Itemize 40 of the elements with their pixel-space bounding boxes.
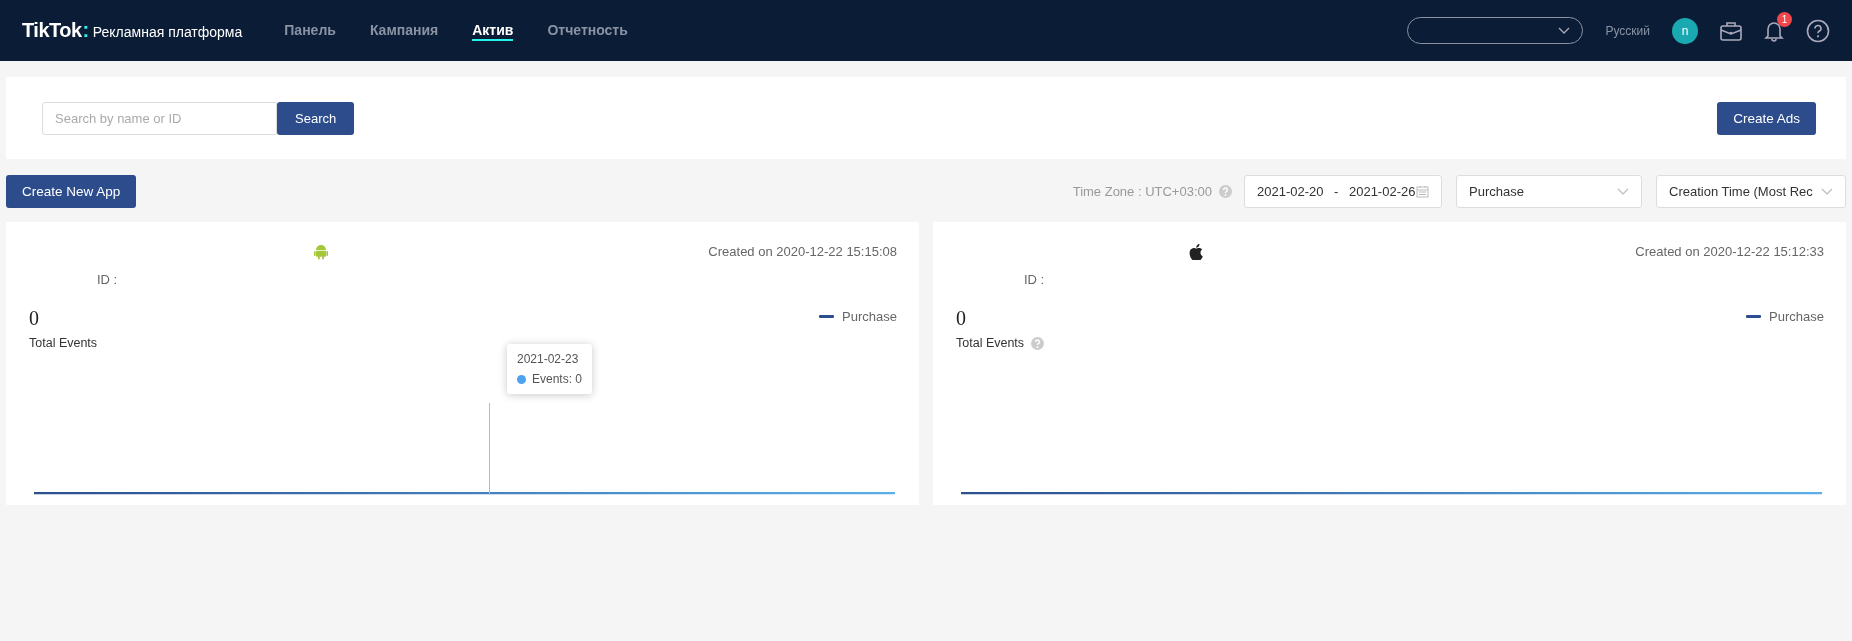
- event-dropdown[interactable]: Purchase: [1456, 175, 1642, 208]
- legend-label: Purchase: [1769, 308, 1824, 324]
- nav-tab[interactable]: Кампания: [367, 0, 441, 61]
- series-dot-icon: [517, 374, 526, 384]
- nav-tab[interactable]: Отчетность: [545, 0, 630, 61]
- android-icon: [314, 244, 328, 260]
- total-events-count: 0: [29, 307, 40, 330]
- help-icon[interactable]: [1806, 18, 1830, 43]
- create-ads-button[interactable]: Create Ads: [1717, 101, 1816, 135]
- legend-line-icon: [819, 314, 835, 318]
- search-field[interactable]: Search by name or ID: [42, 101, 277, 135]
- create-app-button[interactable]: Create New App: [6, 175, 137, 208]
- language-selector[interactable]: Русский: [1605, 23, 1650, 38]
- product-name: Рекламная платформа: [92, 24, 243, 40]
- creation-date: Created on 2020-12-22 15:12:33: [1635, 244, 1824, 261]
- caret-icon: [1617, 187, 1629, 196]
- logo[interactable]: TikTok:: [22, 19, 89, 42]
- nav-tab[interactable]: Панель: [282, 0, 338, 61]
- date-range-picker[interactable]: 2021-02-20 - 2021-02-26: [1244, 175, 1442, 208]
- search-button[interactable]: Search: [277, 101, 355, 135]
- total-events-label: Total Events: [29, 336, 98, 350]
- sort-dropdown[interactable]: Creation Time (Most Rec: [1656, 175, 1846, 208]
- total-events-count: 0: [956, 307, 967, 330]
- app-id-label: ID :: [1024, 272, 1046, 287]
- creation-date: Created on 2020-12-22 15:15:08: [708, 244, 897, 261]
- tooltip-value: Events: 0: [532, 372, 583, 386]
- calendar-icon: [1416, 185, 1429, 198]
- notification-badge: 1: [1777, 11, 1792, 27]
- caret-icon: [1558, 26, 1571, 35]
- caret-icon: [1821, 187, 1833, 196]
- briefcase-icon[interactable]: [1720, 20, 1742, 41]
- app-id-label: ID :: [97, 272, 119, 287]
- apple-icon: [1189, 244, 1203, 260]
- tooltip-date: 2021-02-23: [517, 352, 580, 366]
- legend-line-icon: [1746, 314, 1762, 318]
- bell-icon[interactable]: [1764, 19, 1784, 42]
- time-zone-label: Time Zone : UTC+03:00: [1072, 184, 1212, 199]
- nav-tab[interactable]: Актив: [470, 0, 516, 61]
- total-events-label: Total Events: [956, 336, 1025, 350]
- legend-label: Purchase: [842, 308, 897, 324]
